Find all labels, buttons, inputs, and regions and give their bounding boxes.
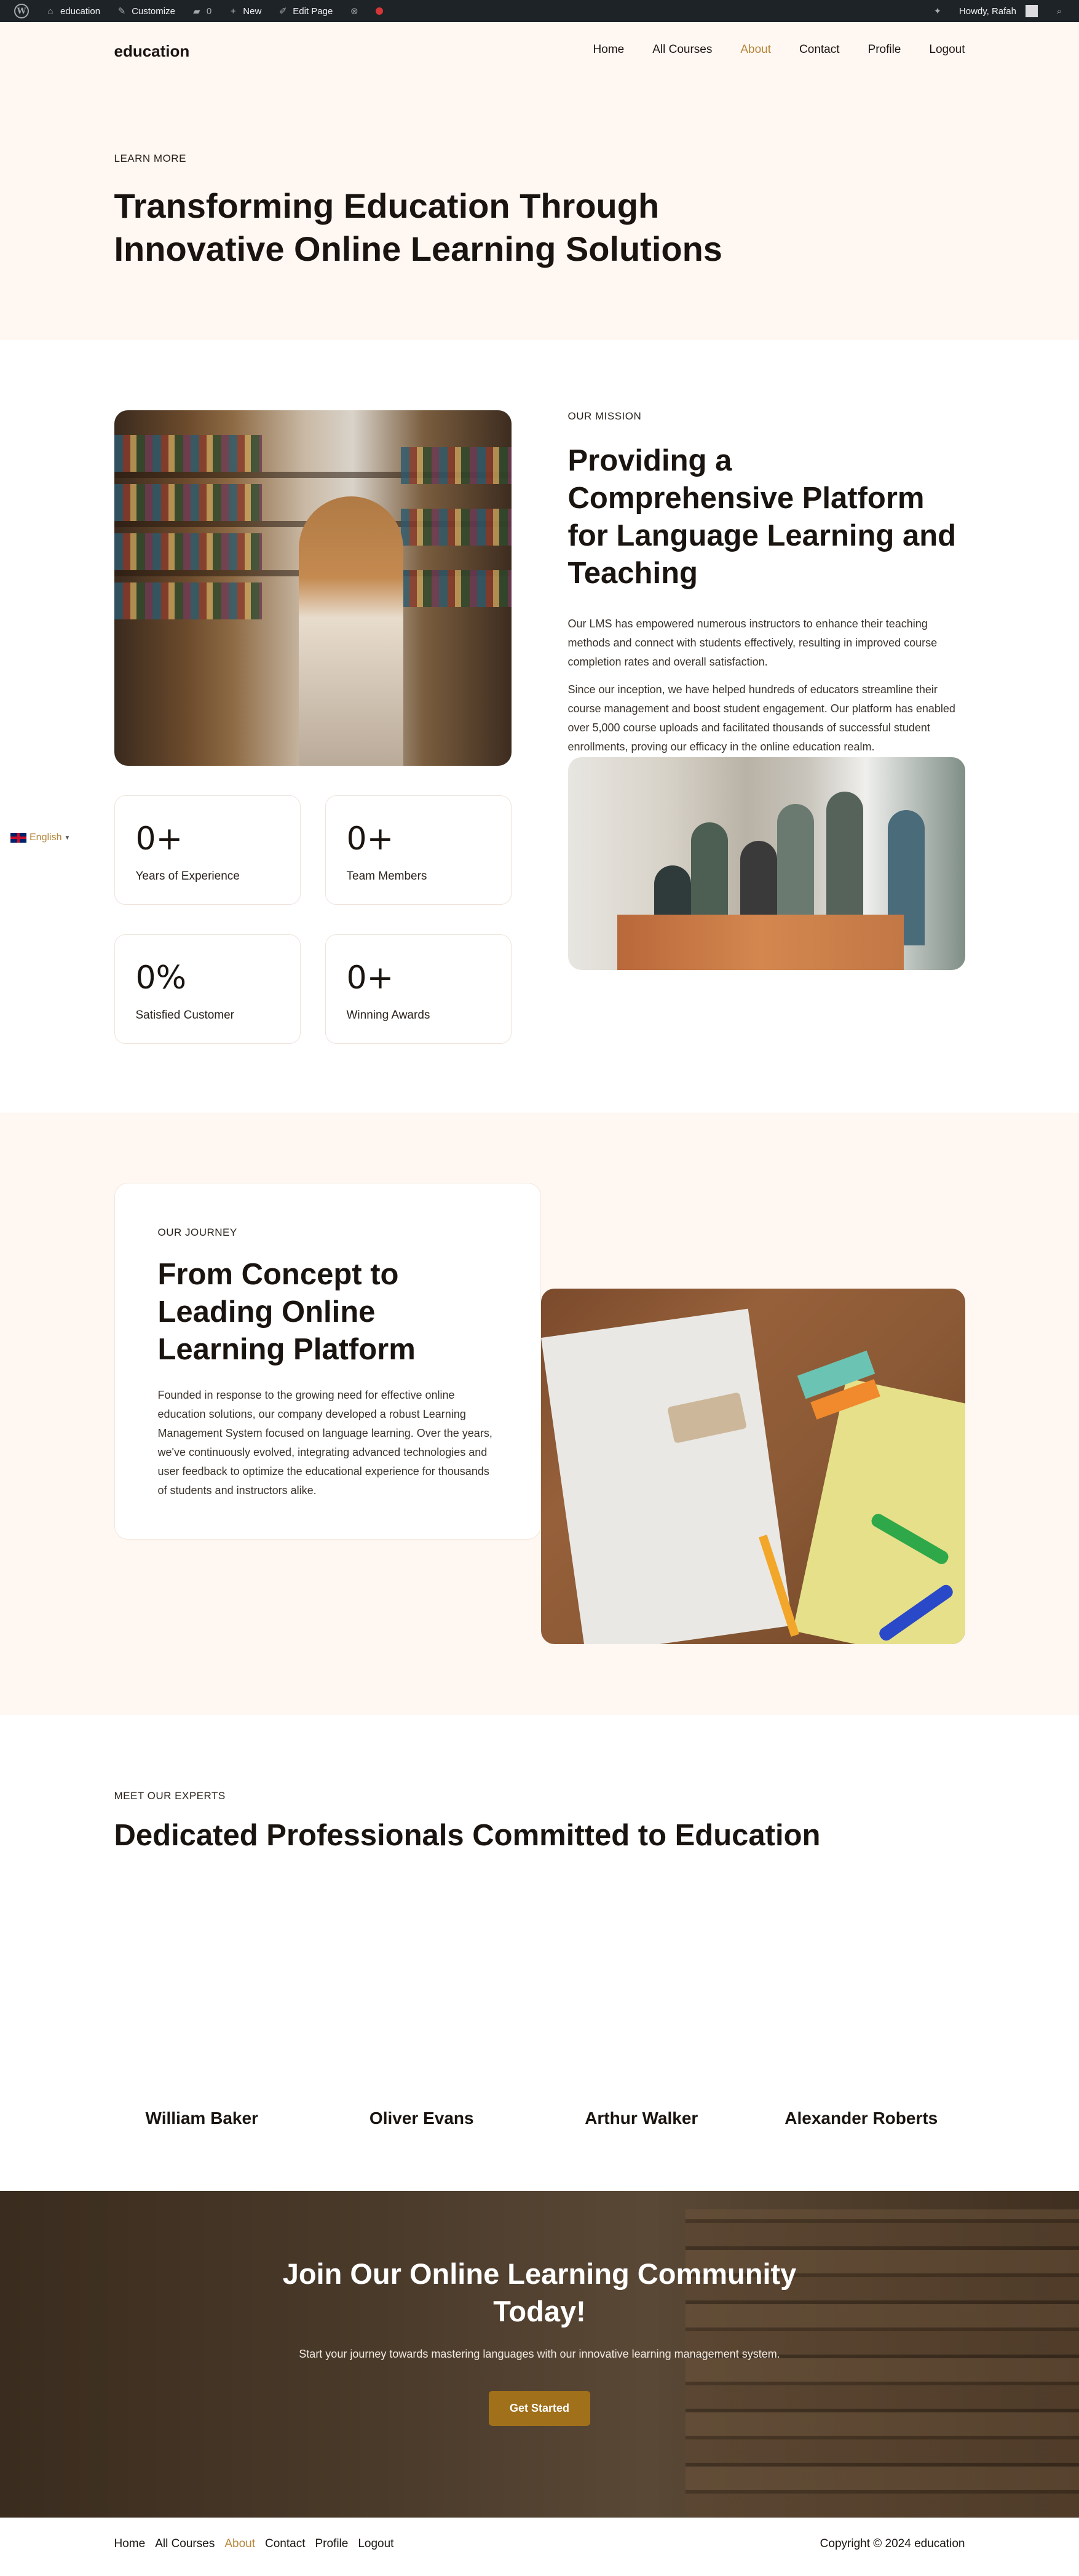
language-switcher[interactable]: English ▼	[10, 832, 70, 843]
experts-eyebrow: MEET OUR EXPERTS	[114, 1790, 226, 1802]
mission-eyebrow: OUR MISSION	[567, 410, 642, 422]
edit-page-link[interactable]: ✐ Edit Page	[269, 0, 341, 22]
mission-text: OUR MISSION Providing a Comprehensive Pl…	[568, 410, 965, 757]
ai-assistant-button[interactable]: ✦	[924, 0, 951, 22]
pencil-icon: ✐	[279, 6, 287, 17]
stat-label: Satisfied Customer	[135, 1009, 235, 1022]
admin-search-button[interactable]: ⌕	[1046, 0, 1073, 22]
avatar	[1026, 5, 1038, 17]
stat-label: Winning Awards	[346, 1009, 430, 1022]
cta-text: Start your journey towards mastering lan…	[299, 2348, 780, 2360]
howdy-label: Howdy, Rafah	[958, 6, 1016, 17]
wordpress-logo-icon: W	[14, 4, 29, 18]
team-photo	[567, 757, 965, 970]
site-name-label: education	[60, 6, 101, 17]
nav-about[interactable]: About	[740, 43, 771, 57]
stat-card-awards: 0+ Winning Awards	[325, 934, 512, 1044]
footer-nav-about[interactable]: About	[224, 2537, 255, 2551]
experts-list: William Baker Oliver Evans Arthur Walker…	[92, 2109, 971, 2128]
sparkle-icon: ✦	[933, 6, 942, 17]
stat-card-team: 0+ Team Members	[325, 795, 512, 905]
cta-section: Join Our Online Learning Community Today…	[0, 2191, 1079, 2518]
stat-value: 0+	[346, 821, 394, 857]
record-dot-icon	[376, 7, 384, 15]
get-started-button[interactable]: Get Started	[488, 2391, 591, 2426]
admin-bar-right: ✦ Howdy, Rafah ⌕	[924, 0, 1073, 22]
journey-title: From Concept to Leading Online Learning …	[157, 1258, 416, 1366]
footer-nav-profile[interactable]: Profile	[315, 2537, 348, 2551]
mission-paragraph: Our LMS has empowered numerous instructo…	[567, 618, 938, 668]
copyright: Copyright © 2024 education	[820, 2537, 965, 2550]
nav-all-courses[interactable]: All Courses	[652, 43, 712, 57]
account-menu[interactable]: Howdy, Rafah	[951, 0, 1046, 22]
journey-text: Founded in response to the growing need …	[157, 1389, 492, 1497]
journey-card: OUR JOURNEY From Concept to Leading Onli…	[114, 1183, 541, 1540]
site-name-link[interactable]: ⌂ education	[37, 0, 108, 22]
site-header: education Home All Courses About Contact…	[0, 22, 1079, 98]
caret-down-icon: ▼	[64, 834, 71, 841]
wordpress-menu[interactable]: W	[6, 0, 37, 22]
library-photo	[114, 410, 512, 766]
nav-logout[interactable]: Logout	[929, 43, 965, 57]
mission-section: English ▼ 0+ Years of Experience 0+ Team…	[0, 340, 1079, 1113]
footer-nav-all-courses[interactable]: All Courses	[155, 2537, 215, 2551]
language-label: English	[30, 832, 62, 843]
cta-title: Join Our Online Learning Community Today…	[282, 2257, 797, 2328]
journey-section: OUR JOURNEY From Concept to Leading Onli…	[0, 1113, 1079, 1715]
new-content-link[interactable]: + New	[219, 0, 269, 22]
main-nav: Home All Courses About Contact Profile L…	[593, 43, 965, 57]
mission-paragraph: Since our inception, we have helped hund…	[567, 683, 955, 753]
site-logo[interactable]: education	[114, 42, 190, 61]
stat-card-satisfied: 0% Satisfied Customer	[114, 934, 301, 1044]
nav-profile[interactable]: Profile	[868, 43, 901, 57]
new-label: New	[243, 6, 262, 17]
admin-bar-left: W ⌂ education ✎ Customize ▰ 0 + New ✐ Ed…	[6, 0, 391, 22]
comments-link[interactable]: ▰ 0	[183, 0, 219, 22]
uk-flag-icon	[10, 832, 27, 843]
comment-icon: ▰	[193, 6, 200, 17]
customize-label: Customize	[132, 6, 175, 17]
experts-title: Dedicated Professionals Committed to Edu…	[114, 1819, 821, 1852]
expert-name: Arthur Walker	[585, 2109, 698, 2128]
edit-page-label: Edit Page	[293, 6, 333, 17]
plugin-menu[interactable]: ⊗	[341, 0, 368, 22]
expert-name: Oliver Evans	[369, 2109, 474, 2128]
mission-title: Providing a Comprehensive Platform for L…	[567, 444, 957, 590]
nav-contact[interactable]: Contact	[799, 43, 839, 57]
search-icon: ⌕	[1056, 6, 1062, 17]
expert-name: William Baker	[145, 2109, 258, 2128]
expert-name: Alexander Roberts	[785, 2109, 938, 2128]
recording-indicator[interactable]	[368, 0, 391, 22]
brush-icon: ✎	[117, 6, 126, 17]
footer-nav-logout[interactable]: Logout	[358, 2537, 393, 2551]
dashboard-icon: ⌂	[47, 6, 53, 17]
site-footer: Home All Courses About Contact Profile L…	[0, 2518, 1079, 2572]
stat-value: 0+	[135, 821, 183, 857]
stat-value: 0+	[346, 960, 394, 996]
comments-count: 0	[206, 6, 212, 17]
footer-nav: Home All Courses About Contact Profile L…	[114, 2537, 394, 2551]
experts-section: MEET OUR EXPERTS Dedicated Professionals…	[0, 1715, 1079, 2191]
stat-value: 0%	[135, 960, 187, 996]
stat-label: Team Members	[346, 870, 427, 883]
admin-bar: W ⌂ education ✎ Customize ▰ 0 + New ✐ Ed…	[0, 0, 1079, 22]
hero-eyebrow: LEARN MORE	[114, 153, 186, 164]
plus-icon: +	[230, 6, 236, 17]
stat-card-experience: 0+ Years of Experience	[114, 795, 301, 905]
plugin-icon: ⊗	[350, 6, 358, 17]
hero-title: Transforming Education Through Innovativ…	[114, 186, 722, 268]
customize-link[interactable]: ✎ Customize	[108, 0, 183, 22]
footer-nav-home[interactable]: Home	[114, 2537, 146, 2551]
footer-nav-contact[interactable]: Contact	[265, 2537, 305, 2551]
nav-home[interactable]: Home	[593, 43, 625, 57]
desk-photo	[540, 1289, 965, 1644]
hero-section: LEARN MORE Transforming Education Throug…	[0, 98, 1079, 340]
stat-label: Years of Experience	[135, 870, 240, 883]
journey-eyebrow: OUR JOURNEY	[157, 1226, 237, 1238]
